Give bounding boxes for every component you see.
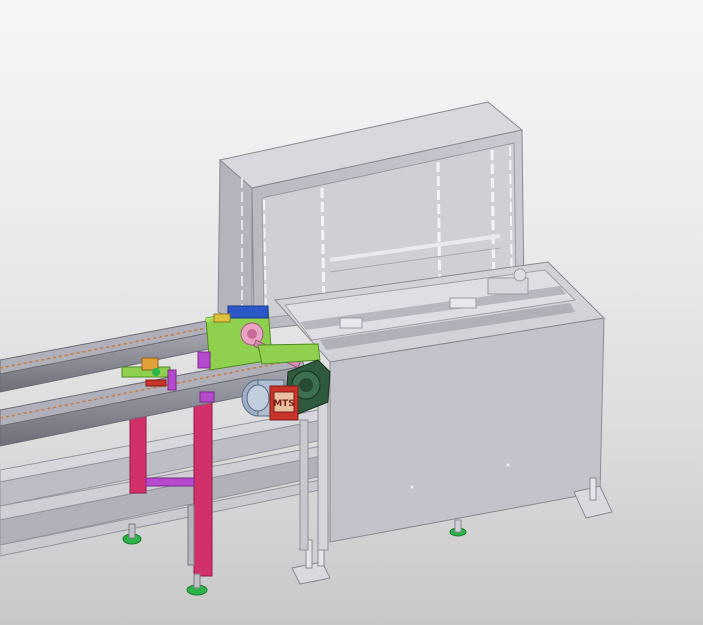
cad-viewport[interactable]: MTS — [0, 0, 703, 625]
motor-label: MTS — [273, 399, 295, 409]
cad-3d-model-icon: MTS — [0, 101, 613, 596]
